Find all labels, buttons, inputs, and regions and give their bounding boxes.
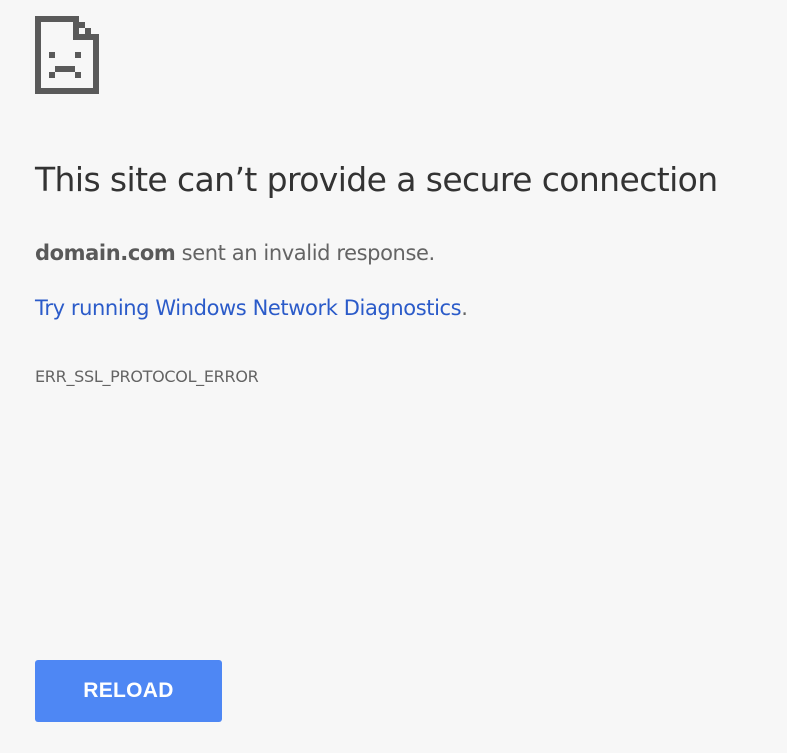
domain-name: domain.com (35, 241, 176, 265)
error-message-text: sent an invalid response. (175, 241, 436, 265)
sad-page-icon (35, 16, 99, 94)
suggestion-suffix: . (461, 296, 468, 320)
reload-button[interactable]: RELOAD (35, 660, 222, 722)
error-code: ERR_SSL_PROTOCOL_ERROR (35, 367, 259, 386)
error-page: This site can’t provide a secure connect… (0, 0, 787, 753)
suggestion: Try running Windows Network Diagnostics. (35, 293, 468, 323)
error-message: domain.com sent an invalid response. (35, 238, 435, 268)
network-diagnostics-link[interactable]: Try running Windows Network Diagnostics (35, 296, 462, 320)
page-title: This site can’t provide a secure connect… (35, 160, 718, 199)
